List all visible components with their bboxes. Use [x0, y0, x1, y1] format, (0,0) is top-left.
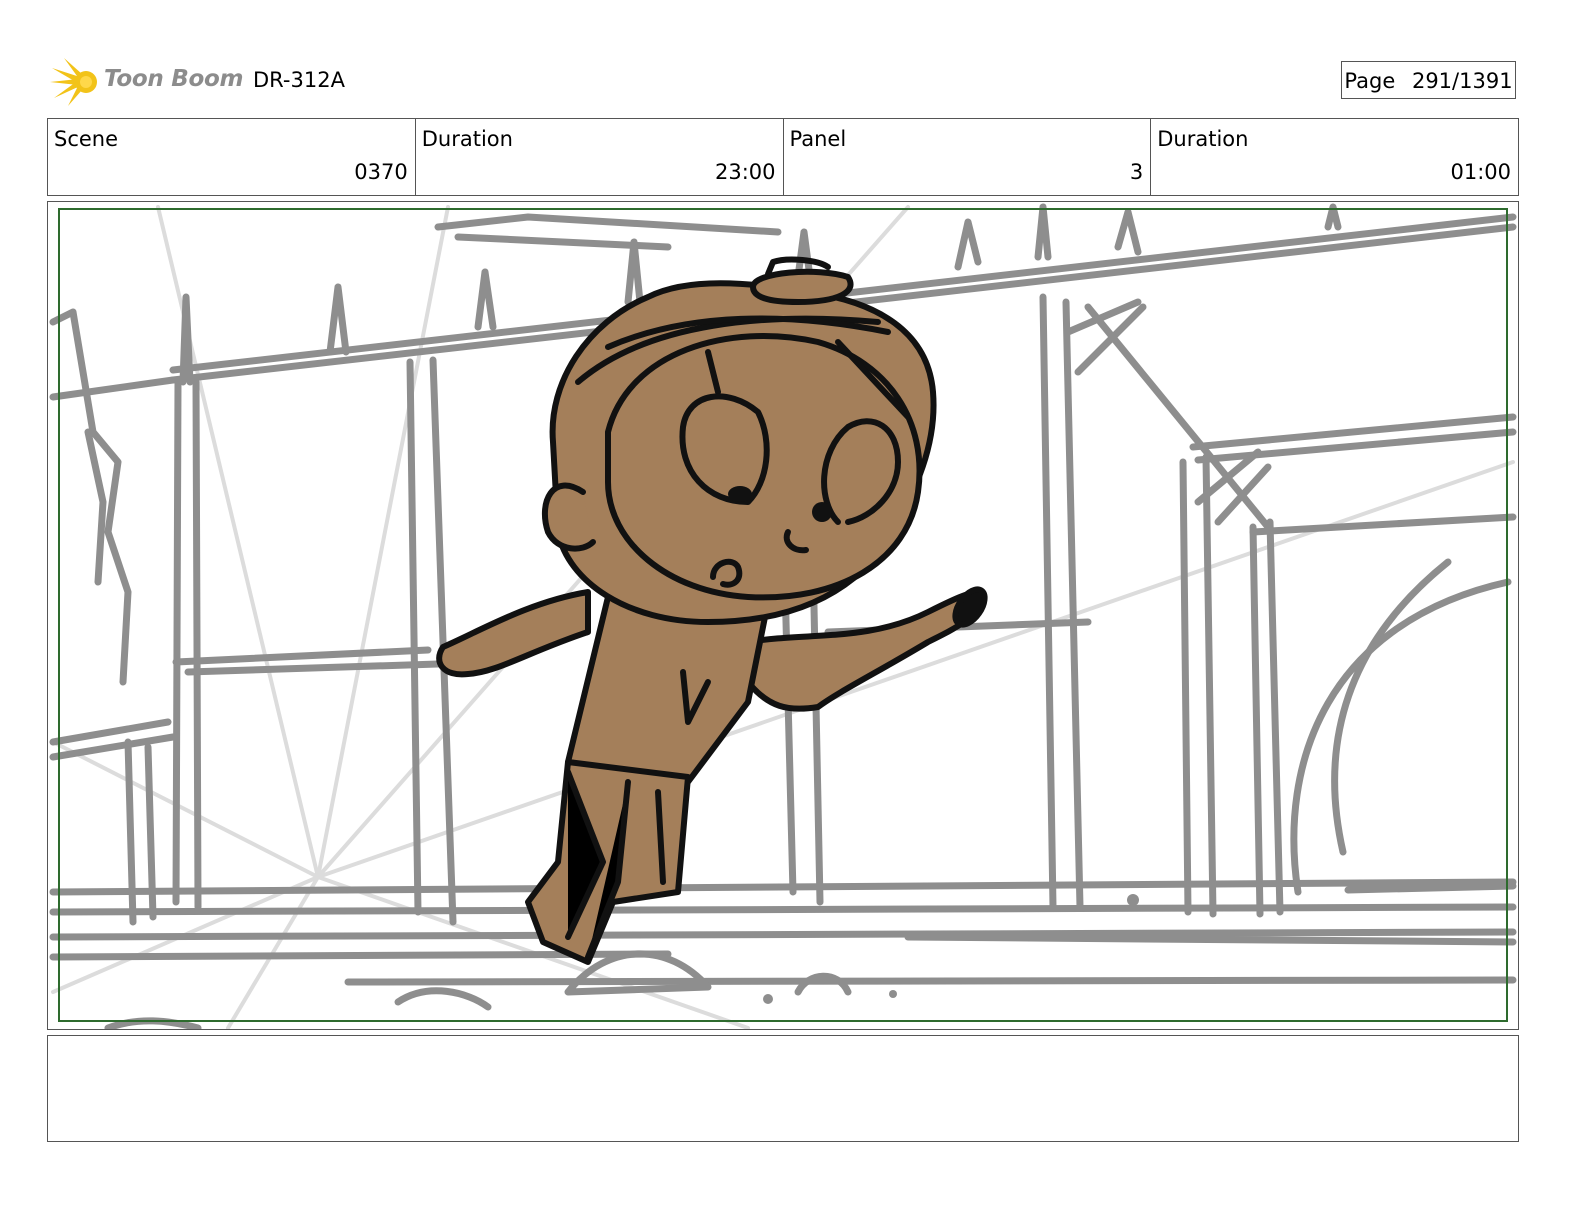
scene-cell: Scene 0370 [48, 119, 416, 195]
toon-boom-logo: Toon Boom [50, 56, 244, 108]
scene-value: 0370 [354, 160, 408, 184]
panel-cell: Panel 3 [784, 119, 1152, 195]
scene-duration-value: 23:00 [714, 160, 776, 184]
scene-duration-label: Duration [421, 127, 513, 151]
scene-label: Scene [54, 127, 119, 151]
panel-value: 3 [1129, 160, 1144, 184]
page-indicator: Page 291/1391 [1341, 61, 1516, 99]
scene-duration-cell: Duration 23:00 [416, 119, 784, 195]
sunburst-icon [50, 58, 97, 106]
panel-duration-value: 01:00 [1450, 160, 1511, 184]
document-id: DR-312A [253, 68, 345, 92]
page-label: Page [1344, 69, 1396, 93]
brand-name: Toon Boom [104, 66, 244, 92]
character-drawing [436, 256, 988, 965]
storyboard-panel [47, 201, 1519, 1030]
scene-info-table: Scene 0370 Duration 23:00 Panel 3 Durati… [47, 118, 1519, 196]
panel-drawing [49, 203, 1517, 1029]
panel-duration-label: Duration [1157, 127, 1249, 151]
notes-box [47, 1035, 1519, 1142]
panel-label: Panel [789, 127, 847, 151]
panel-duration-cell: Duration 01:00 [1151, 119, 1518, 195]
page-number: 291/1391 [1411, 69, 1513, 93]
